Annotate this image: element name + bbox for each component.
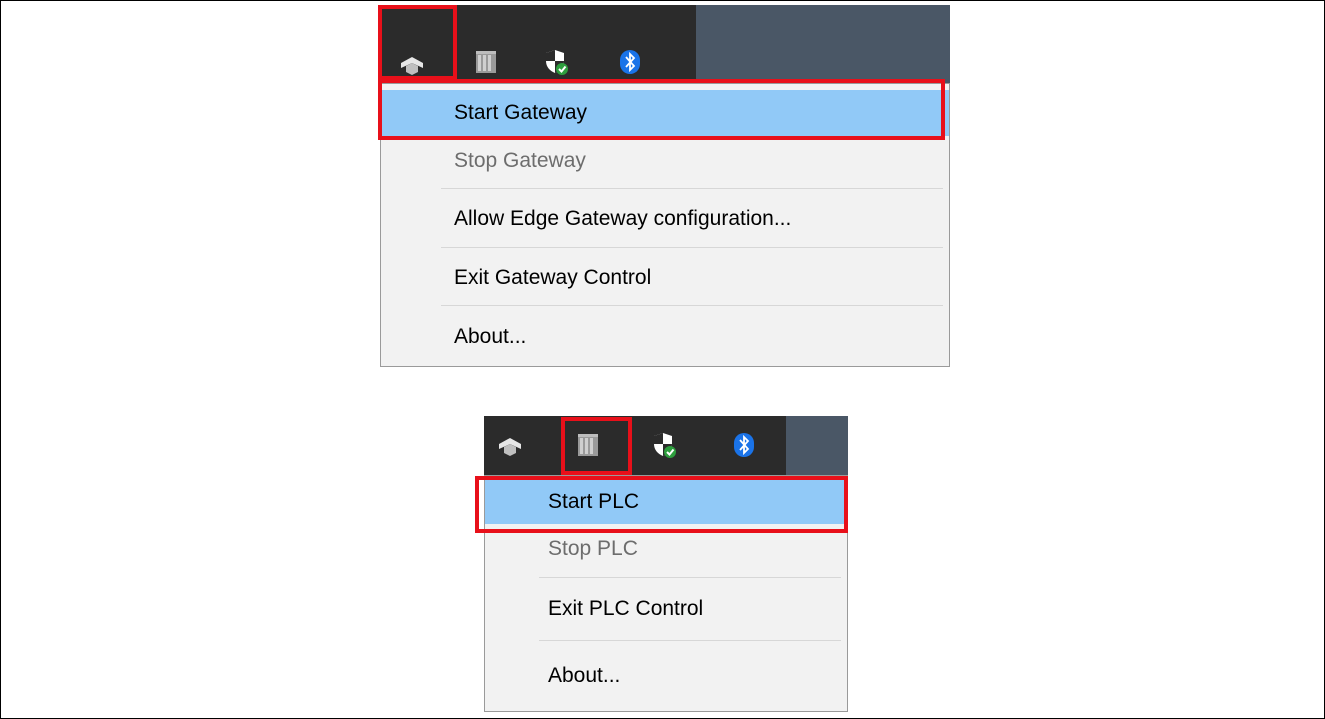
menu-separator xyxy=(539,640,841,641)
plc-icon[interactable] xyxy=(574,431,602,459)
exit-gateway-control-menu-item[interactable]: Exit Gateway Control xyxy=(381,255,949,301)
plc-panel: Start PLC Stop PLC Exit PLC Control Abou… xyxy=(484,416,848,712)
menu-item-label: About... xyxy=(454,325,527,348)
menu-separator xyxy=(441,188,943,189)
taskbar-background xyxy=(786,416,848,475)
gateway-icon[interactable] xyxy=(398,51,426,79)
menu-item-label: Stop PLC xyxy=(548,537,638,560)
menu-item-label: Exit PLC Control xyxy=(548,597,704,620)
allow-edge-gateway-configuration-menu-item[interactable]: Allow Edge Gateway configuration... xyxy=(381,196,949,242)
gateway-context-menu: Start Gateway Stop Gateway Allow Edge Ga… xyxy=(380,83,950,367)
stop-plc-menu-item[interactable]: Stop PLC xyxy=(485,526,847,572)
plc-context-menu: Start PLC Stop PLC Exit PLC Control Abou… xyxy=(484,475,848,712)
gateway-panel: Start Gateway Stop Gateway Allow Edge Ga… xyxy=(380,5,950,367)
stop-gateway-menu-item[interactable]: Stop Gateway xyxy=(381,138,949,184)
taskbar-background xyxy=(696,5,950,83)
menu-item-label: Start Gateway xyxy=(454,101,588,124)
menu-separator xyxy=(441,305,943,306)
security-shield-icon[interactable] xyxy=(650,431,678,459)
taskbar-tray xyxy=(484,416,848,475)
menu-item-label: Allow Edge Gateway configuration... xyxy=(454,207,792,230)
menu-separator xyxy=(441,247,943,248)
start-gateway-menu-item[interactable]: Start Gateway xyxy=(381,90,949,136)
about-menu-item[interactable]: About... xyxy=(485,648,847,704)
menu-item-label: Stop Gateway xyxy=(454,149,586,172)
gateway-icon[interactable] xyxy=(496,432,524,460)
start-plc-menu-item[interactable]: Start PLC xyxy=(485,480,847,524)
menu-item-label: Start PLC xyxy=(548,490,640,513)
bluetooth-icon[interactable] xyxy=(616,48,644,76)
security-shield-icon[interactable] xyxy=(542,48,570,76)
menu-separator xyxy=(539,577,841,578)
bluetooth-icon[interactable] xyxy=(730,431,758,459)
exit-plc-control-menu-item[interactable]: Exit PLC Control xyxy=(485,586,847,632)
taskbar-tray xyxy=(380,5,950,83)
menu-item-label: Exit Gateway Control xyxy=(454,266,652,289)
menu-item-label: About... xyxy=(548,664,621,687)
plc-icon[interactable] xyxy=(472,48,500,76)
about-menu-item[interactable]: About... xyxy=(381,313,949,361)
